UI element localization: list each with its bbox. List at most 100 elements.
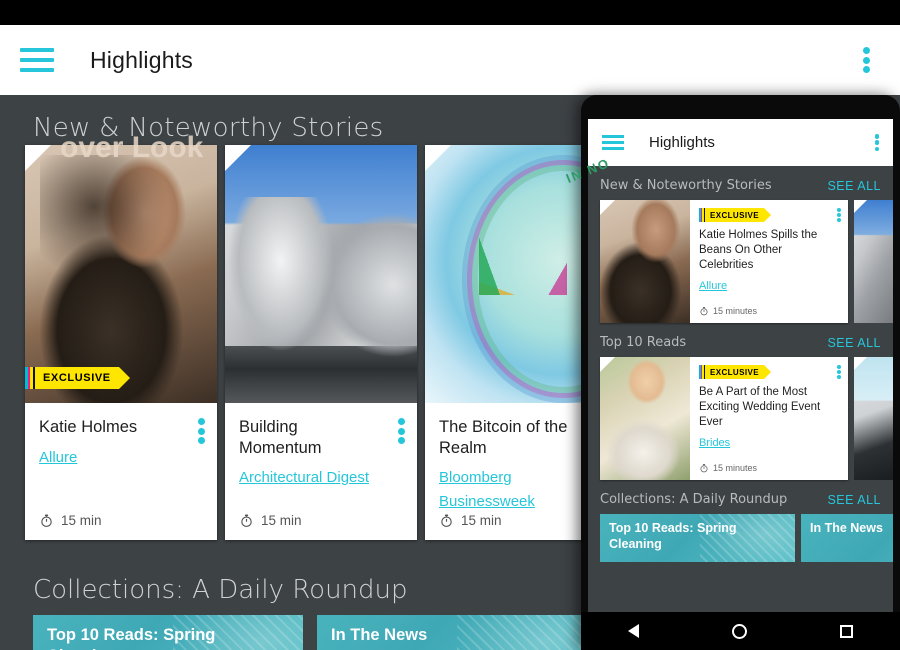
hamburger-menu-icon[interactable] bbox=[20, 48, 54, 72]
recents-square-icon[interactable] bbox=[840, 624, 854, 638]
phone-story-card-image bbox=[600, 200, 690, 323]
story-card-row: EXCLUSIVE Katie Holmes Allure 15 min Bui… bbox=[25, 145, 617, 540]
phone-story-card-footer: 15 minutes bbox=[699, 306, 840, 323]
phone-section-header: Collections: A Daily Roundup SEE ALL bbox=[588, 480, 893, 514]
phone-section-title: Top 10 Reads bbox=[600, 335, 687, 350]
story-card-title: The Bitcoin of the Realm bbox=[439, 418, 568, 457]
phone-story-card-body: EXCLUSIVE Katie Holmes Spills the Beans … bbox=[690, 200, 848, 323]
dogear-corner-icon bbox=[425, 145, 451, 171]
phone-story-card-footer: 15 minutes bbox=[699, 463, 840, 480]
phone-story-card-partial[interactable] bbox=[854, 200, 893, 323]
car-photo bbox=[854, 357, 893, 480]
stopwatch-icon bbox=[700, 464, 708, 473]
collection-card-label: In The News bbox=[331, 626, 428, 644]
exclusive-badge: EXCLUSIVE bbox=[25, 367, 130, 389]
bride-portrait-photo bbox=[600, 357, 690, 480]
back-triangle-icon[interactable] bbox=[627, 624, 639, 638]
dogear-corner-icon bbox=[600, 200, 615, 215]
story-card-body: Katie Holmes Allure bbox=[25, 403, 217, 513]
story-card-footer: 15 min bbox=[225, 513, 417, 540]
home-circle-icon[interactable] bbox=[731, 623, 747, 639]
android-navigation-bar bbox=[581, 612, 900, 650]
hamburger-menu-icon[interactable] bbox=[602, 135, 624, 150]
story-card-read-time: 15 min bbox=[61, 512, 102, 528]
stopwatch-icon bbox=[241, 514, 252, 527]
story-card-image: EXCLUSIVE bbox=[25, 145, 217, 403]
more-vertical-icon[interactable] bbox=[837, 365, 841, 379]
more-vertical-icon[interactable] bbox=[837, 208, 841, 222]
see-all-link[interactable]: SEE ALL bbox=[827, 336, 881, 350]
phone-section-header: Top 10 Reads SEE ALL bbox=[588, 323, 893, 357]
phone-story-card-source-link[interactable]: Brides bbox=[699, 437, 840, 449]
woman-portrait-photo bbox=[25, 145, 217, 403]
phone-app-bar: Highlights bbox=[588, 119, 893, 166]
more-vertical-icon[interactable] bbox=[874, 134, 879, 151]
phone-section-header: New & Noteworthy Stories SEE ALL bbox=[588, 166, 893, 200]
exclusive-badge: EXCLUSIVE bbox=[699, 208, 771, 222]
modern-architecture-photo bbox=[225, 145, 417, 403]
dogear-corner-icon bbox=[225, 145, 251, 171]
exclusive-badge: EXCLUSIVE bbox=[699, 365, 771, 379]
stopwatch-icon bbox=[700, 307, 708, 316]
phone-story-card-body: EXCLUSIVE Be A Part of the Most Exciting… bbox=[690, 357, 848, 480]
stopwatch-icon bbox=[41, 514, 52, 527]
section-title-collections: Collections: A Daily Roundup bbox=[33, 575, 408, 605]
phone-story-card-source-link[interactable]: Allure bbox=[699, 280, 840, 292]
story-card-title: Katie Holmes bbox=[39, 418, 138, 436]
see-all-link[interactable]: SEE ALL bbox=[827, 179, 881, 193]
see-all-link[interactable]: SEE ALL bbox=[827, 493, 881, 507]
story-card-read-time: 15 min bbox=[461, 512, 502, 528]
more-vertical-icon[interactable] bbox=[863, 47, 870, 73]
phone-story-card-title: Be A Part of the Most Exciting Wedding E… bbox=[699, 386, 821, 429]
story-card-source-link[interactable]: Bloomberg Businessweek bbox=[439, 466, 603, 513]
collection-card-label: Top 10 Reads: Spring Cleaning bbox=[609, 521, 737, 551]
collection-card[interactable]: In The News bbox=[801, 514, 893, 562]
dogear-corner-icon bbox=[600, 357, 615, 372]
story-card-image bbox=[225, 145, 417, 403]
collection-card[interactable]: In The News bbox=[317, 615, 587, 650]
dogear-corner-icon bbox=[854, 357, 867, 370]
exclusive-badge-label: EXCLUSIVE bbox=[705, 208, 771, 222]
story-card-title: Building Momentum bbox=[239, 418, 322, 457]
phone-story-card-image bbox=[600, 357, 690, 480]
phone-story-card[interactable]: EXCLUSIVE Be A Part of the Most Exciting… bbox=[600, 357, 848, 480]
phone-story-card-title: Katie Holmes Spills the Beans On Other C… bbox=[699, 229, 818, 272]
phone-story-card-read-time: 15 minutes bbox=[713, 306, 758, 316]
story-card-body: Building Momentum Architectural Digest bbox=[225, 403, 417, 513]
story-card[interactable]: Building Momentum Architectural Digest 1… bbox=[225, 145, 417, 540]
collections-row: Top 10 Reads: Spring Cleaning In The New… bbox=[33, 615, 587, 650]
story-card-source-link[interactable]: Architectural Digest bbox=[239, 466, 403, 489]
exclusive-badge-label: EXCLUSIVE bbox=[705, 365, 771, 379]
phone-page-title: Highlights bbox=[649, 134, 715, 151]
more-vertical-icon[interactable] bbox=[198, 418, 205, 444]
stopwatch-icon bbox=[441, 514, 452, 527]
exclusive-badge-label: EXCLUSIVE bbox=[35, 367, 130, 389]
collection-card[interactable]: Top 10 Reads: Spring Cleaning bbox=[600, 514, 795, 562]
collection-card-label: In The News bbox=[810, 521, 883, 535]
phone-screen: Highlights New & Noteworthy Stories SEE … bbox=[588, 119, 893, 612]
page-title: Highlights bbox=[90, 46, 193, 73]
desktop-app-bar: Highlights bbox=[0, 25, 900, 95]
story-card-read-time: 15 min bbox=[261, 512, 302, 528]
story-card[interactable]: EXCLUSIVE Katie Holmes Allure 15 min bbox=[25, 145, 217, 540]
modern-architecture-photo bbox=[854, 200, 893, 323]
phone-card-row: EXCLUSIVE Katie Holmes Spills the Beans … bbox=[588, 200, 893, 323]
woman-portrait-photo bbox=[600, 200, 690, 323]
phone-overlay-frame: Highlights New & Noteworthy Stories SEE … bbox=[581, 95, 900, 650]
story-card-footer: 15 min bbox=[25, 513, 217, 540]
phone-card-row: EXCLUSIVE Be A Part of the Most Exciting… bbox=[588, 357, 893, 480]
phone-story-card[interactable]: EXCLUSIVE Katie Holmes Spills the Beans … bbox=[600, 200, 848, 323]
collections-section: Collections: A Daily Roundup Top 10 Read… bbox=[33, 575, 587, 650]
phone-section-title: Collections: A Daily Roundup bbox=[600, 492, 788, 507]
top-status-strip bbox=[0, 0, 900, 25]
phone-collections-row: Top 10 Reads: Spring Cleaning In The New… bbox=[588, 514, 893, 562]
story-card-source-link[interactable]: Allure bbox=[39, 446, 203, 469]
collection-card[interactable]: Top 10 Reads: Spring Cleaning bbox=[33, 615, 303, 650]
cmyk-strip-icon bbox=[25, 367, 35, 389]
phone-section-title: New & Noteworthy Stories bbox=[600, 178, 772, 193]
more-vertical-icon[interactable] bbox=[398, 418, 405, 444]
phone-story-card-read-time: 15 minutes bbox=[713, 463, 758, 473]
screen-root: Highlights New & Noteworthy Stories over… bbox=[0, 0, 900, 650]
phone-story-card-partial[interactable] bbox=[854, 357, 893, 480]
collection-card-label: Top 10 Reads: Spring Cleaning bbox=[47, 626, 216, 650]
